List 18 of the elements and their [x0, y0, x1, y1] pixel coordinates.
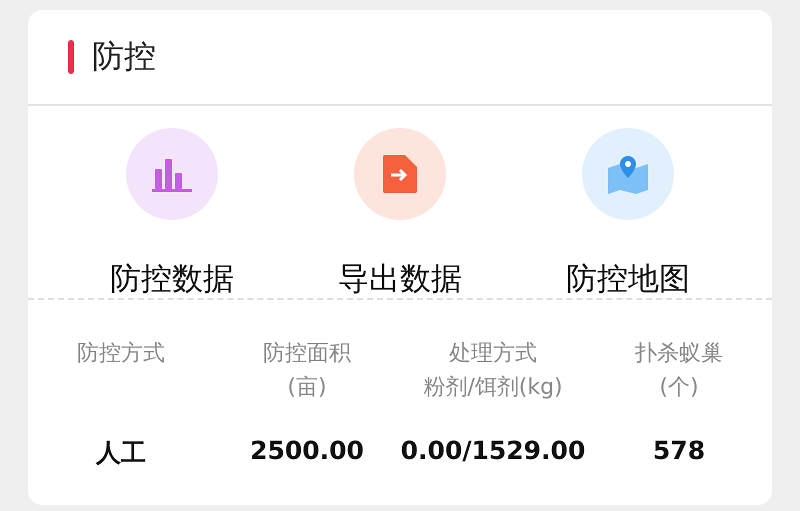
action-button[interactable]: 防控地图 — [514, 128, 742, 300]
column-header: (亩) — [287, 374, 327, 402]
column-header: 防控方式 — [77, 340, 165, 368]
column-header: 扑杀蚁巢 — [635, 340, 723, 368]
table-cell-text: 578 — [652, 436, 706, 467]
column-header: (个) — [659, 374, 699, 402]
action-button[interactable]: 防控数据 — [58, 128, 286, 300]
title-accent-bar — [68, 40, 74, 74]
column-header: 处理方式 — [449, 340, 537, 368]
map-pin-icon — [606, 154, 650, 194]
document-arrow-icon — [381, 153, 419, 195]
column-header: 防控面积 — [263, 340, 351, 368]
action-button[interactable]: 导出数据 — [286, 128, 514, 300]
section-title: 防控 — [92, 36, 156, 77]
column-header: 粉剂/饵剂(kg) — [423, 374, 563, 402]
table-cell-text: 人工 — [94, 437, 147, 469]
table-cell-text: 2500.00 — [249, 436, 365, 467]
table-cell-text: 0.00/1529.00 — [400, 436, 586, 467]
